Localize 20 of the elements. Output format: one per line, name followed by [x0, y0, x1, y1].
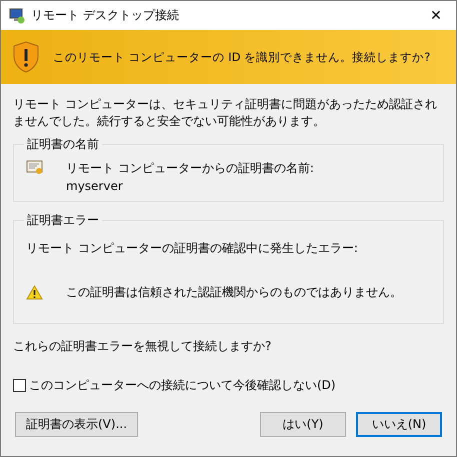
group-title: 証明書エラー: [26, 212, 100, 229]
group-title: 証明書の名前: [26, 136, 100, 153]
dialog-button[interactable]: はい(Y): [260, 412, 346, 437]
error-message: この証明書は信頼された認証機関からのものではありません。: [66, 284, 402, 301]
certificate-label: リモート コンピューターからの証明書の名前:: [66, 160, 314, 177]
intro-text: リモート コンピューターは、セキュリティ証明書に問題があったため認証されませんでした。続行すると安全でない可能性があります。: [13, 96, 438, 130]
close-button[interactable]: ✕: [416, 1, 456, 30]
shield-warning-icon: [13, 41, 39, 73]
dialog-button[interactable]: いいえ(N): [356, 412, 442, 437]
checkbox-label[interactable]: このコンピューターへの接続について今後確認しない(D): [29, 377, 336, 394]
checkbox[interactable]: [13, 379, 26, 392]
dialog-button[interactable]: 証明書の表示(V)...: [15, 412, 138, 437]
certificate-icon: [26, 160, 44, 176]
window-title: リモート デスクトップ接続: [31, 7, 180, 24]
question-text: これらの証明書エラーを無視して接続しますか?: [13, 338, 272, 355]
error-label: リモート コンピューターの証明書の確認中に発生したエラー:: [26, 240, 358, 257]
certificate-name: myserver: [66, 178, 123, 195]
remote-desktop-icon: [9, 8, 25, 24]
banner-text: このリモート コンピューターの ID を識別できません。接続しますか?: [53, 50, 430, 64]
warning-icon: [26, 284, 43, 300]
